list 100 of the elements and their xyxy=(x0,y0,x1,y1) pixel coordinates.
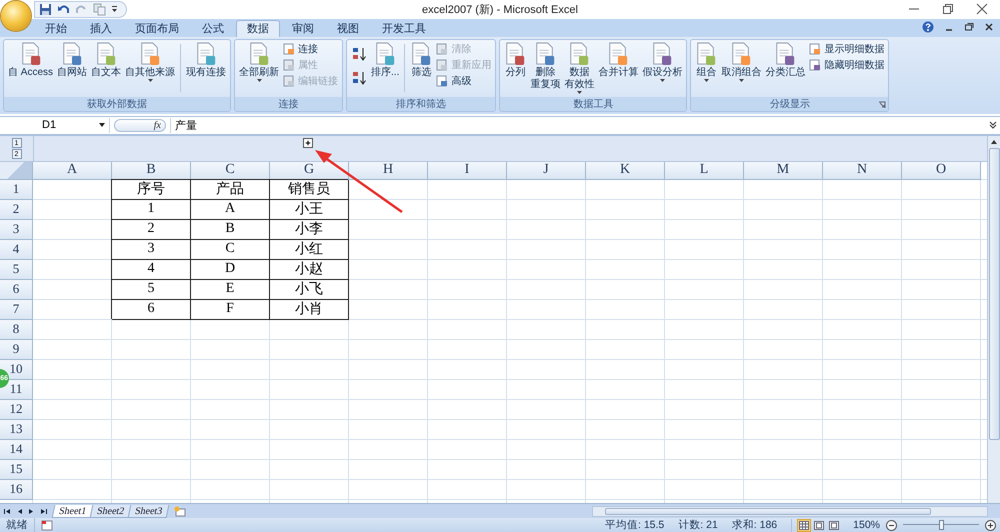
help-icon[interactable] xyxy=(922,20,934,33)
row-header[interactable]: 4 xyxy=(12,241,20,258)
ribbon-button[interactable]: 分列 xyxy=(502,42,528,79)
ribbon-button[interactable]: 筛选 xyxy=(408,42,434,79)
group-label: 排序和筛选 xyxy=(396,98,446,111)
table-cell: C xyxy=(191,240,270,260)
zoom-level[interactable]: 150% xyxy=(853,519,880,531)
sort-icon[interactable] xyxy=(351,46,368,62)
column-header[interactable]: J xyxy=(507,162,586,180)
column-header[interactable]: O xyxy=(902,162,981,180)
ribbon-button[interactable]: 分类汇总 xyxy=(763,42,808,79)
ribbon-button[interactable]: 排序... xyxy=(369,42,402,79)
document-icon xyxy=(774,42,796,66)
table-cell: 1 xyxy=(112,200,191,220)
dialog-launcher-icon[interactable] xyxy=(878,100,886,109)
ribbon-tab[interactable]: 数据 xyxy=(236,20,280,37)
ribbon-button[interactable]: 合并计算 xyxy=(596,42,640,79)
ribbon-tab[interactable]: 开发工具 xyxy=(371,20,437,37)
sheet-tab[interactable]: Sheet3 xyxy=(128,504,170,518)
ribbon-button[interactable]: 现有连接 xyxy=(184,42,228,79)
document-icon xyxy=(436,58,448,71)
restore-icon[interactable] xyxy=(964,22,974,32)
column-header[interactable]: G xyxy=(270,162,349,180)
document-icon xyxy=(95,42,118,66)
document-icon xyxy=(139,42,162,66)
row-header[interactable]: 7 xyxy=(12,301,20,318)
sort-icon[interactable] xyxy=(351,70,368,86)
ribbon-button[interactable]: 自网站 xyxy=(55,42,90,79)
ribbon-button[interactable]: 自文本 xyxy=(89,42,124,79)
ribbon-tab[interactable]: 插入 xyxy=(79,20,123,37)
row-header[interactable]: 3 xyxy=(12,221,20,238)
sheet-nav-icon[interactable] xyxy=(40,508,47,515)
table-cell: 6 xyxy=(112,300,191,320)
vertical-scrollbar[interactable] xyxy=(987,136,1000,504)
close-icon[interactable] xyxy=(976,3,988,16)
row-header[interactable]: 6 xyxy=(12,281,20,298)
row-header[interactable]: 8 xyxy=(12,321,20,338)
sheet-tab[interactable]: Sheet2 xyxy=(90,504,132,518)
column-header[interactable]: A xyxy=(33,162,112,180)
zoom-slider-thumb[interactable] xyxy=(939,520,944,530)
column-header[interactable]: C xyxy=(191,162,270,180)
ribbon-tab[interactable]: 审阅 xyxy=(281,20,325,37)
column-header[interactable]: H xyxy=(349,162,428,180)
view-button[interactable] xyxy=(812,518,826,532)
ribbon-button[interactable]: 连接 xyxy=(283,42,338,56)
ribbon-button[interactable]: 隐藏明细数据 xyxy=(809,58,884,72)
ribbon-button[interactable]: 高级 xyxy=(436,74,492,88)
undo-icon[interactable] xyxy=(57,2,70,16)
ribbon-button[interactable]: 组合 xyxy=(693,42,720,82)
ribbon-button[interactable]: 取消组合 xyxy=(719,42,764,82)
caret-icon xyxy=(704,78,709,82)
document-icon xyxy=(809,58,822,71)
row-header[interactable]: 5 xyxy=(12,261,20,278)
ribbon-button[interactable]: 自其他来源 xyxy=(123,42,178,82)
ribbon-button[interactable]: 全部刷新 xyxy=(237,42,282,82)
document-icon xyxy=(651,42,674,66)
column-header[interactable]: K xyxy=(586,162,665,180)
ribbon-button[interactable]: 显示明细数据 xyxy=(809,42,884,56)
view-button[interactable] xyxy=(827,518,842,532)
zoom-out-icon[interactable] xyxy=(886,520,897,530)
expand-icon[interactable] xyxy=(988,120,998,130)
ribbon-tab[interactable]: 视图 xyxy=(326,20,370,37)
ribbon-button[interactable]: 数据 有效性 xyxy=(562,42,596,94)
restore-icon[interactable] xyxy=(942,3,954,16)
sheet-nav-icon[interactable] xyxy=(4,508,11,515)
caret-icon xyxy=(660,78,665,82)
ribbon-button[interactable]: 自 Access xyxy=(6,42,56,79)
document-icon xyxy=(283,42,296,55)
column-header[interactable]: B xyxy=(112,162,191,180)
close-icon[interactable] xyxy=(984,22,994,32)
formula-field[interactable]: 产量 xyxy=(170,118,984,133)
column-header[interactable]: L xyxy=(665,162,744,180)
column-header[interactable]: M xyxy=(744,162,823,180)
document-icon xyxy=(436,74,448,87)
table-cell: 产品 xyxy=(191,180,270,200)
save-icon[interactable] xyxy=(39,2,52,16)
view-button[interactable] xyxy=(797,518,812,532)
column-header[interactable]: N xyxy=(823,162,902,180)
row-header[interactable]: 2 xyxy=(12,201,20,218)
function-button[interactable]: fx xyxy=(154,120,161,131)
zoom-in-icon[interactable] xyxy=(985,520,996,530)
table-cell: 4 xyxy=(112,260,191,280)
name-box[interactable]: D1 xyxy=(0,118,110,133)
macro-record-icon[interactable] xyxy=(41,520,53,530)
insert-sheet-icon[interactable] xyxy=(174,506,187,517)
office-button[interactable] xyxy=(1,1,31,31)
horizontal-scrollbar[interactable] xyxy=(592,506,988,517)
table-cell: 销售员 xyxy=(270,180,349,200)
caret-icon[interactable] xyxy=(111,4,118,14)
column-header[interactable]: I xyxy=(428,162,507,180)
row-header[interactable]: 9 xyxy=(12,341,20,358)
ribbon-tab[interactable]: 页面布局 xyxy=(124,20,190,37)
ribbon-button[interactable]: 假设分析 xyxy=(640,42,684,82)
ribbon-button[interactable]: 删除 重复项 xyxy=(528,42,562,91)
ribbon-tab[interactable]: 公式 xyxy=(191,20,235,37)
row-header[interactable]: 1 xyxy=(12,181,20,198)
table-cell: 小李 xyxy=(270,220,349,240)
sheet-tab[interactable]: Sheet1 xyxy=(52,504,94,518)
ribbon-tab[interactable]: 开始 xyxy=(34,20,78,37)
expand-button[interactable]: + xyxy=(303,138,313,148)
